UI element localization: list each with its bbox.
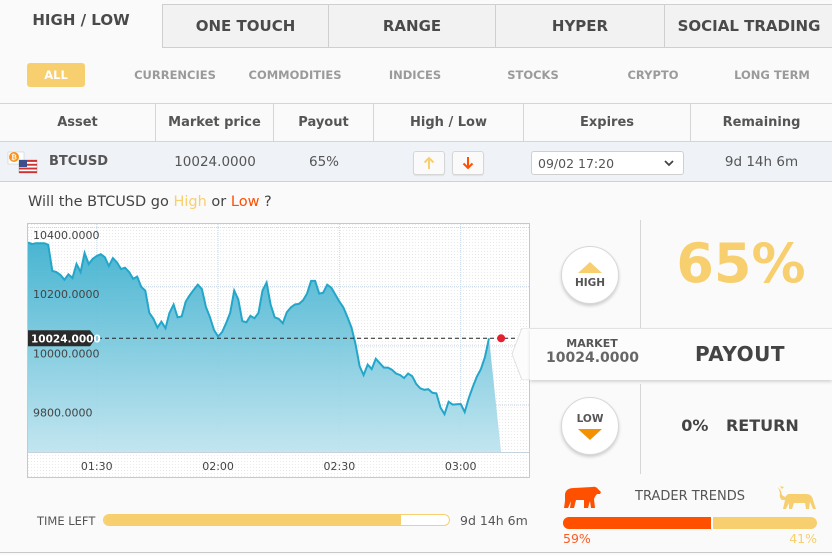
x-tick-label: 03:00 bbox=[445, 460, 477, 473]
y-tick-label: 10400.0000 bbox=[33, 229, 99, 242]
question-low: Low bbox=[230, 194, 260, 210]
divider bbox=[0, 552, 832, 553]
tab-range[interactable]: RANGE bbox=[328, 4, 496, 48]
category-stocks[interactable]: STOCKS bbox=[500, 63, 566, 87]
category-filters: ALL CURRENCIES COMMODITIES INDICES STOCK… bbox=[0, 60, 832, 92]
x-tick-label: 02:30 bbox=[324, 460, 356, 473]
trader-trends-bar bbox=[563, 517, 817, 529]
bear-percent: 59% bbox=[563, 531, 591, 546]
market-price: 10024.0000 bbox=[174, 153, 256, 170]
header-expires: Expires bbox=[524, 104, 691, 141]
price-chart[interactable]: 10400.0000 10200.0000 10000.0000 9800.0000 … bbox=[27, 223, 530, 478]
divider bbox=[640, 384, 641, 474]
bitcoin-usd-flag-icon: ₿ bbox=[7, 151, 38, 174]
market-label: MARKET bbox=[566, 337, 618, 350]
y-tick-label: 9800.0000 bbox=[33, 407, 93, 420]
market-value: 10024.0000 bbox=[546, 350, 639, 366]
tab-high-low[interactable]: HIGH / LOW bbox=[0, 0, 162, 48]
current-price-tag: 10024.0000 bbox=[28, 330, 101, 347]
expires-select[interactable]: 09/02 17:20 bbox=[531, 151, 684, 175]
tab-one-touch[interactable]: ONE TOUCH bbox=[162, 4, 329, 48]
asset-name: BTCUSD bbox=[49, 154, 109, 169]
question-high: High bbox=[173, 194, 207, 210]
bull-icon bbox=[778, 486, 816, 509]
y-tick-label: 10200.0000 bbox=[33, 288, 99, 301]
header-high-low: High / Low bbox=[374, 104, 524, 141]
category-all[interactable]: ALL bbox=[27, 63, 85, 87]
time-left-fill bbox=[104, 515, 401, 525]
question-prefix: Will the BTCUSD go bbox=[28, 194, 169, 210]
tab-label: ONE TOUCH bbox=[195, 17, 296, 35]
question-suffix: ? bbox=[264, 194, 272, 210]
return-percent: 0% bbox=[681, 416, 709, 435]
high-button[interactable] bbox=[413, 151, 445, 175]
arrow-down-icon bbox=[462, 157, 474, 170]
low-label: LOW bbox=[576, 412, 604, 425]
time-left-label: TIME LEFT bbox=[37, 514, 96, 528]
current-price-dot bbox=[497, 334, 506, 343]
chevron-down-icon bbox=[664, 160, 674, 167]
tab-label: HIGH / LOW bbox=[32, 11, 130, 29]
question-or: or bbox=[211, 194, 227, 210]
low-button[interactable] bbox=[452, 151, 484, 175]
bear-trend-fill bbox=[563, 517, 713, 529]
triangle-down-icon bbox=[578, 428, 602, 440]
expires-value: 09/02 17:20 bbox=[538, 155, 615, 171]
current-price-label: 10024.0000 bbox=[31, 333, 101, 345]
trader-trends-label: TRADER TRENDS bbox=[635, 489, 745, 504]
triangle-up-icon bbox=[578, 261, 602, 273]
table-row[interactable]: ₿ BTCUSD 10024.0000 65% 9d 14h 6m bbox=[0, 142, 832, 182]
high-label: HIGH bbox=[574, 276, 606, 289]
bear-icon bbox=[564, 486, 601, 508]
x-tick-label: 02:00 bbox=[202, 460, 234, 473]
category-currencies[interactable]: CURRENCIES bbox=[130, 63, 220, 87]
category-commodities[interactable]: COMMODITIES bbox=[245, 63, 345, 87]
payout-label: PAYOUT bbox=[694, 342, 786, 366]
payout-percent: 65% bbox=[676, 232, 806, 295]
time-left-value: 9d 14h 6m bbox=[460, 513, 528, 528]
divider bbox=[640, 220, 641, 330]
arrow-up-icon bbox=[423, 156, 435, 169]
return-label: RETURN bbox=[725, 416, 799, 435]
tab-label: RANGE bbox=[382, 17, 442, 35]
price-chart-svg: 10400.000010200.000010000.00009800.0000 … bbox=[28, 224, 529, 477]
header-market-price: Market price bbox=[156, 104, 274, 141]
tab-label: HYPER bbox=[551, 17, 609, 35]
header-asset: Asset bbox=[0, 104, 156, 141]
tab-hyper[interactable]: HYPER bbox=[495, 4, 665, 48]
header-payout: Payout bbox=[274, 104, 374, 141]
header-remaining: Remaining bbox=[722, 115, 801, 130]
return-info: 0% RETURN bbox=[650, 416, 830, 435]
tab-social-trading[interactable]: SOCIAL TRADING bbox=[664, 4, 832, 48]
payout-value: 65% bbox=[308, 153, 339, 170]
category-long-term[interactable]: LONG TERM bbox=[728, 63, 816, 87]
asset-table-header: Asset Market price Payout High / Low Exp… bbox=[0, 103, 832, 142]
product-tabs: HIGH / LOW ONE TOUCH RANGE HYPER SOCIAL … bbox=[0, 0, 832, 48]
category-indices[interactable]: INDICES bbox=[380, 63, 450, 87]
x-tick-label: 01:30 bbox=[81, 460, 113, 473]
y-tick-label: 10000.0000 bbox=[33, 347, 99, 360]
time-left-bar bbox=[103, 514, 450, 526]
bull-percent: 41% bbox=[789, 531, 817, 546]
tab-label: SOCIAL TRADING bbox=[677, 17, 821, 35]
remaining-value: 9d 14h 6m bbox=[724, 153, 799, 170]
svg-text:₿: ₿ bbox=[11, 154, 17, 162]
high-trade-button[interactable]: HIGH bbox=[561, 246, 619, 304]
question-text: Will the BTCUSD go High or Low ? bbox=[28, 194, 272, 210]
category-crypto[interactable]: CRYPTO bbox=[620, 63, 686, 87]
low-trade-button[interactable]: LOW bbox=[561, 397, 619, 455]
